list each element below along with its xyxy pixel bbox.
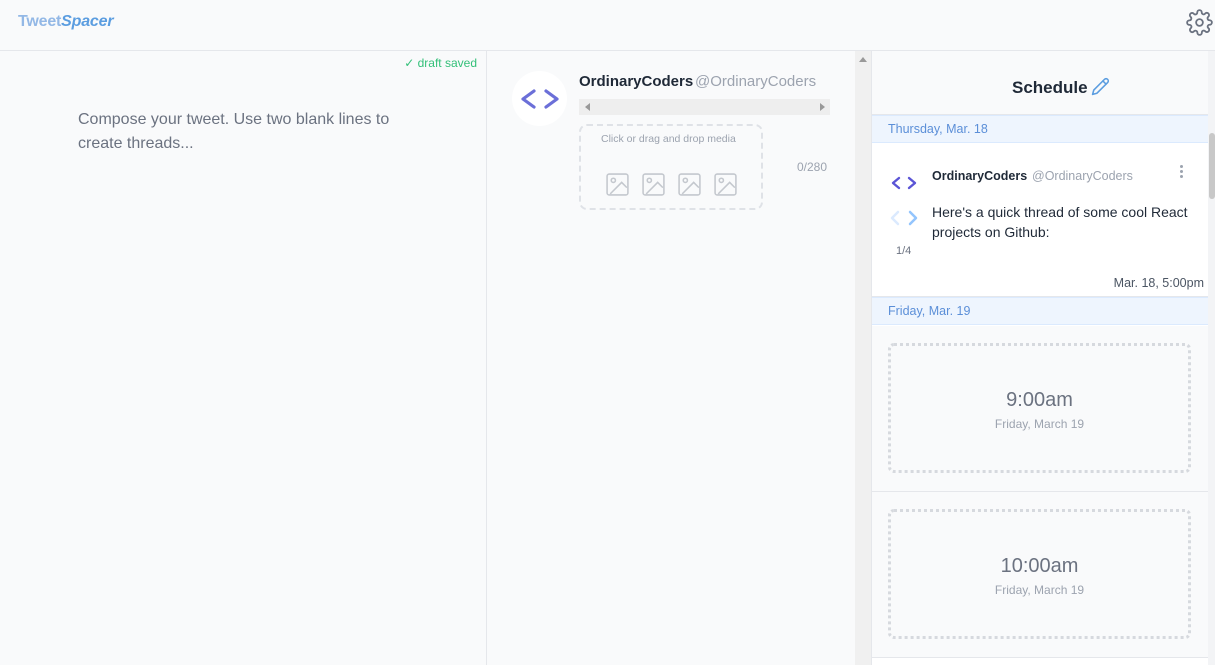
app-logo[interactable]: TweetSpacer [18,13,114,31]
tweet-text: Here's a quick thread of some cool React… [932,204,1188,240]
chevron-left-icon[interactable] [888,209,902,227]
logo-spacer: Spacer [61,13,114,30]
day-header: Friday, Mar. 19 [872,297,1208,325]
slot-time: 10:00am [1000,555,1079,577]
code-brackets-icon [520,88,559,109]
app-header: TweetSpacer [0,0,1215,51]
schedule-scrollbar[interactable] [1208,51,1215,665]
image-icon [606,173,629,196]
preview-name: OrdinaryCoders [579,73,694,90]
slot-dropzone[interactable]: 10:00am Friday, March 19 [888,509,1191,639]
schedule-header: Schedule [872,51,1208,115]
pencil-icon[interactable] [1091,77,1110,96]
slot-date: Friday, March 19 [994,417,1085,431]
char-count: 0/280 [797,160,828,174]
vertical-scrollbar[interactable] [855,51,871,665]
media-dropzone[interactable]: Click or drag and drop media [579,124,763,210]
scrollbar-thumb[interactable] [1209,133,1215,199]
draft-status: ✓ draft saved [404,56,477,70]
gear-icon[interactable] [1186,9,1213,36]
slot-date: Friday, March 19 [994,583,1085,597]
thread-page: 1/4 [896,245,912,257]
tweet-time: Mar. 18, 5:00pm [1113,276,1204,290]
preview-handle: @OrdinaryCoders [695,73,817,90]
media-icons [605,172,738,197]
tweet-handle: @OrdinaryCoders [1032,169,1133,183]
image-icon [678,173,701,196]
image-icon [642,173,665,196]
time-slot: 10:00am Friday, March 19 [872,492,1208,658]
scroll-right-icon[interactable] [820,103,825,111]
horizontal-scrollbar[interactable] [579,99,830,115]
slot-time: 9:00am [1006,389,1073,411]
scheduled-tweet[interactable]: OrdinaryCoders @OrdinaryCoders 1/4 Here'… [872,144,1208,297]
more-options-icon[interactable] [1175,163,1187,183]
schedule-pane: Schedule Thursday, Mar. 18 OrdinaryCoder… [871,51,1215,665]
compose-textarea[interactable]: Compose your tweet. Use two blank lines … [78,108,408,156]
scroll-left-icon[interactable] [585,103,590,111]
compose-pane[interactable]: ✓ draft saved Compose your tweet. Use tw… [0,51,487,665]
code-brackets-icon [891,176,917,190]
day-header: Thursday, Mar. 18 [872,115,1208,143]
tweet-preview: OrdinaryCoders @OrdinaryCoders Click or … [487,51,855,665]
tweet-name: OrdinaryCoders [932,169,1028,183]
avatar [512,71,567,126]
scroll-up-icon[interactable] [859,57,867,62]
time-slot: 9:00am Friday, March 19 [872,326,1208,492]
logo-tweet: Tweet [18,13,62,30]
slot-dropzone[interactable]: 9:00am Friday, March 19 [888,343,1191,473]
media-label: Click or drag and drop media [601,133,736,145]
schedule-title: Schedule [1012,78,1088,97]
chevron-right-icon[interactable] [906,209,920,227]
image-icon [714,173,737,196]
